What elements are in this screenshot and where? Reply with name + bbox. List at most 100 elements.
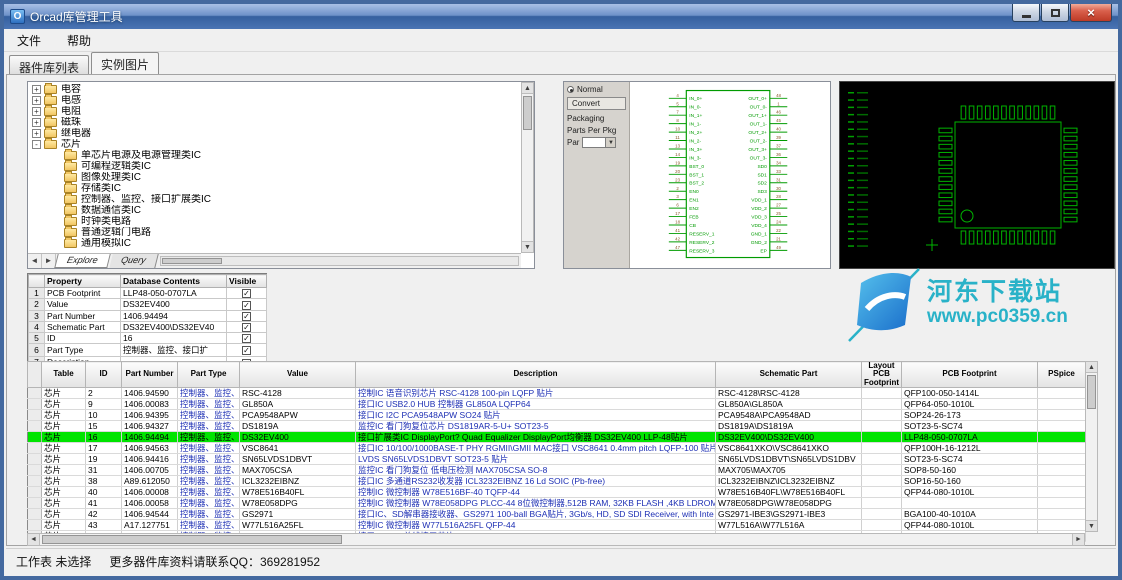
table-row[interactable]: 芯片21406.94590控制器、监控、RSC-4128控制IC 语音识别芯片 … (28, 388, 1086, 399)
column-header[interactable]: PSpice (1038, 362, 1086, 388)
visible-checkbox[interactable]: ✓ (242, 301, 251, 310)
table-row[interactable]: 芯片411406.00058控制器、监控、W78E058DPG控制IC 微控制器… (28, 498, 1086, 509)
visible-checkbox[interactable]: ✓ (242, 346, 251, 355)
scrollbar-thumb[interactable] (42, 535, 342, 544)
row-selector[interactable] (28, 509, 42, 520)
visible-checkbox[interactable]: ✓ (242, 312, 251, 321)
close-button[interactable]: × (1070, 4, 1112, 22)
tree-hscrollbar[interactable] (160, 256, 519, 266)
table-row[interactable]: 芯片101406.94395控制器、监控、PCA9548APW接口IC I2C … (28, 410, 1086, 421)
tree-item[interactable]: 单芯片电源及电源管理类IC (28, 150, 521, 161)
row-selector[interactable] (28, 399, 42, 410)
tree-item[interactable]: 图像处理类IC (28, 172, 521, 183)
expand-toggle-icon[interactable]: + (32, 129, 41, 138)
column-header[interactable]: Value (240, 362, 356, 388)
tab-strip: 器件库列表 实例图片 (4, 52, 1118, 74)
tree-item[interactable]: 存储类IC (28, 183, 521, 194)
column-header[interactable]: PCB Footprint (902, 362, 1038, 388)
sheet-scroll-left-icon[interactable]: ◄ (28, 254, 42, 268)
row-selector[interactable] (28, 476, 42, 487)
property-grid-row[interactable]: 6Part Type控制器、监控、接口扩✓ (29, 344, 267, 357)
scrollbar-thumb[interactable] (523, 96, 532, 130)
cell-fp: QFP44-080-1010L (902, 487, 1038, 498)
normal-view-option[interactable]: Normal (567, 85, 626, 94)
row-selector[interactable] (28, 498, 42, 509)
property-grid-row[interactable]: 2ValueDS32EV400✓ (29, 299, 267, 310)
row-selector[interactable] (28, 520, 42, 531)
column-header[interactable]: Part Number (122, 362, 178, 388)
expand-toggle-icon[interactable]: + (32, 118, 41, 127)
tree-item[interactable]: +磁珠 (28, 117, 521, 128)
tree-item[interactable]: 控制器、监控、接口扩展类IC (28, 194, 521, 205)
visible-checkbox[interactable]: ✓ (242, 334, 251, 343)
scroll-up-icon[interactable]: ▲ (522, 83, 533, 94)
tree-item[interactable]: -芯片 (28, 139, 521, 150)
column-header[interactable]: Layout PCB Footprint (862, 362, 902, 388)
tab-query[interactable]: Query (109, 254, 158, 268)
table-row[interactable]: 芯片151406.94327控制器、监控、DS1819A监控IC 看门狗复位芯片… (28, 421, 1086, 432)
tree-item[interactable]: +电容 (28, 84, 521, 95)
tree-item[interactable]: +电阻 (28, 106, 521, 117)
property-grid-row[interactable]: 4Schematic PartDS32EV400\DS32EV40✓ (29, 321, 267, 332)
property-grid-row[interactable]: 1PCB FootprintLLP48-050-0707LA✓ (29, 288, 267, 299)
table-hscrollbar[interactable]: ◄ ► (27, 533, 1085, 546)
column-header[interactable]: Table (42, 362, 86, 388)
scroll-up-icon[interactable]: ▲ (1086, 362, 1097, 373)
table-row[interactable]: 芯片43A17.127751控制器、监控、W77L516A25FL控制IC 微控… (28, 520, 1086, 531)
tab-library-list[interactable]: 器件库列表 (9, 55, 89, 74)
table-row[interactable]: 芯片421406.94544控制器、监控、GS2971接口IC、SD解串器接收器… (28, 509, 1086, 520)
expand-toggle-icon[interactable]: - (32, 140, 41, 149)
table-row[interactable]: 芯片311406.00705控制器、监控、MAX705CSA监控IC 看门狗复位… (28, 465, 1086, 476)
tree-item[interactable]: +继电器 (28, 128, 521, 139)
row-selector[interactable] (28, 465, 42, 476)
property-grid-row[interactable]: 3Part Number1406.94494✓ (29, 310, 267, 321)
column-header[interactable]: ID (86, 362, 122, 388)
expand-toggle-icon[interactable]: + (32, 96, 41, 105)
library-tree-panel: +电容+电感+电阻+磁珠+继电器-芯片单芯片电源及电源管理类IC可编程逻辑类IC… (27, 81, 535, 269)
row-selector[interactable] (28, 432, 42, 443)
scroll-left-icon[interactable]: ◄ (28, 534, 40, 545)
column-header[interactable]: Schematic Part (716, 362, 862, 388)
row-selector[interactable] (28, 443, 42, 454)
column-header[interactable]: Description (356, 362, 716, 388)
row-selector[interactable] (28, 410, 42, 421)
visible-checkbox[interactable]: ✓ (242, 323, 251, 332)
tree-item[interactable]: 数据通信类IC (28, 205, 521, 216)
tab-explore[interactable]: Explore (54, 254, 110, 268)
minimize-button[interactable] (1012, 4, 1040, 22)
table-row[interactable]: 芯片161406.94494控制器、监控、DS32EV400接口扩展类IC Di… (28, 432, 1086, 443)
tab-example-images[interactable]: 实例图片 (91, 52, 159, 74)
tree-item[interactable]: 可编程逻辑类IC (28, 161, 521, 172)
scroll-down-icon[interactable]: ▼ (522, 241, 533, 252)
scroll-down-icon[interactable]: ▼ (1086, 520, 1097, 531)
table-row[interactable]: 芯片171406.94563控制器、监控、VSC8641接口IC 10/100/… (28, 443, 1086, 454)
property-grid-row[interactable]: 5ID16✓ (29, 333, 267, 344)
row-selector[interactable] (28, 487, 42, 498)
expand-toggle-icon[interactable]: + (32, 85, 41, 94)
visible-checkbox[interactable]: ✓ (242, 289, 251, 298)
table-vscrollbar[interactable]: ▲ ▼ (1085, 361, 1098, 532)
scrollbar-thumb[interactable] (162, 258, 222, 264)
part-select[interactable]: ▼ (582, 137, 616, 148)
table-row[interactable]: 芯片38A89.612050控制器、监控、ICL3232EIBNZ接口IC 多通… (28, 476, 1086, 487)
expand-toggle-icon[interactable]: + (32, 107, 41, 116)
menu-file[interactable]: 文件 (4, 29, 54, 52)
table-row[interactable]: 芯片191406.94416控制器、监控、SN65LVDS1DBVTLVDS S… (28, 454, 1086, 465)
tree-item[interactable]: 时钟类电路 (28, 216, 521, 227)
column-header[interactable]: Part Type (178, 362, 240, 388)
scroll-right-icon[interactable]: ► (1072, 534, 1084, 545)
tree-item[interactable]: 通用模拟IC (28, 238, 521, 249)
tree-vscrollbar[interactable]: ▲ ▼ (521, 82, 534, 253)
tree-item[interactable]: 普通逻辑门电路 (28, 227, 521, 238)
row-selector[interactable] (28, 454, 42, 465)
table-row[interactable]: 芯片401406.00008控制器、监控、W78E516B40FL控制IC 微控… (28, 487, 1086, 498)
maximize-button[interactable] (1041, 4, 1069, 22)
menu-help[interactable]: 帮助 (54, 29, 104, 52)
tree-item[interactable]: +电感 (28, 95, 521, 106)
scrollbar-thumb[interactable] (1087, 375, 1096, 409)
table-row[interactable]: 芯片91406.00083控制器、监控、GL850A接口IC USB2.0 HU… (28, 399, 1086, 410)
convert-view-option[interactable]: Convert (567, 97, 626, 110)
cell-ptype: 控制器、监控、 (178, 487, 240, 498)
row-selector[interactable] (28, 421, 42, 432)
row-selector[interactable] (28, 388, 42, 399)
